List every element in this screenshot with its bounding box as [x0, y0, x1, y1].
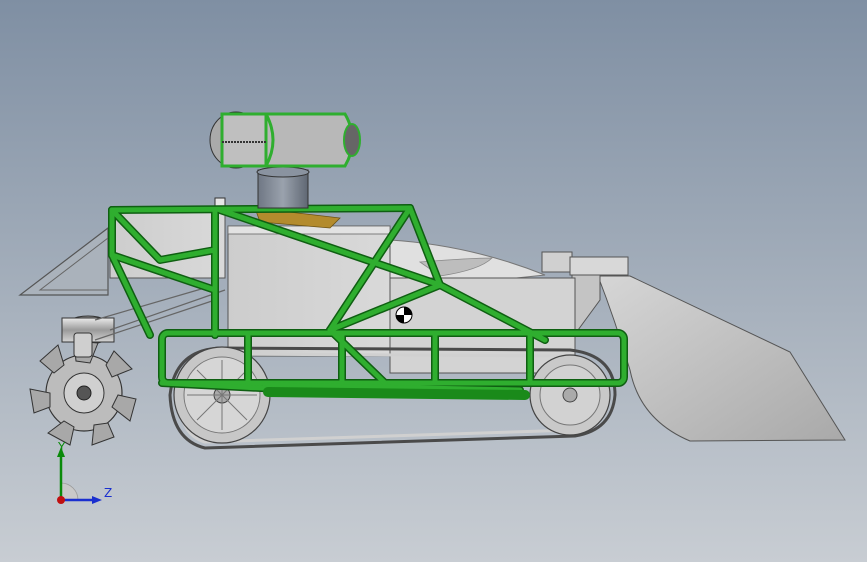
z-axis-label: Z — [104, 486, 113, 500]
graphics-viewport[interactable]: Y Z — [0, 0, 867, 562]
axis-triad — [57, 447, 102, 504]
vehicle-model[interactable] — [0, 0, 867, 562]
rear-deck — [18, 226, 109, 296]
side-wheel — [29, 332, 137, 446]
origin-dot — [57, 496, 65, 504]
center-of-mass-icon — [395, 306, 413, 324]
camera-turret — [209, 111, 361, 209]
y-axis-label: Y — [58, 440, 66, 454]
